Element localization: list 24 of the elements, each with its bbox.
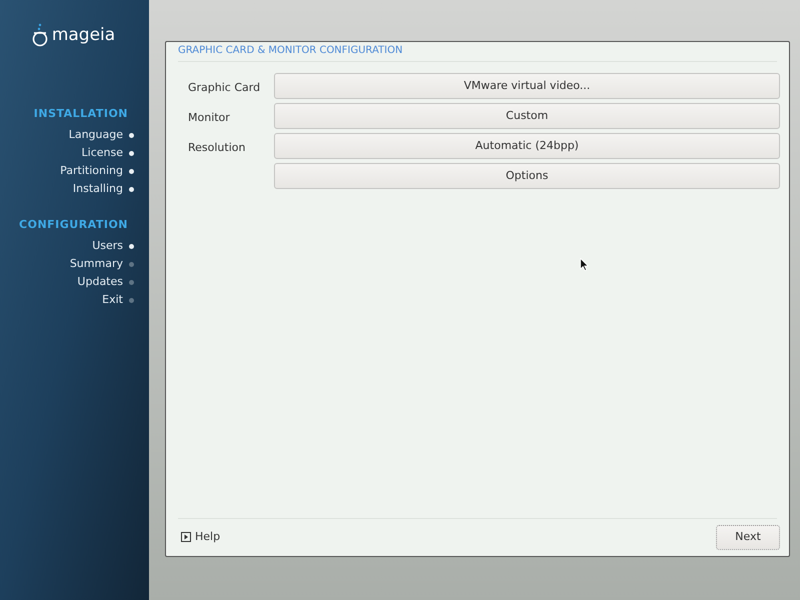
option-button[interactable]: Automatic (24bpp) bbox=[274, 133, 780, 159]
step-label: License bbox=[82, 145, 123, 162]
logo-text: mageia bbox=[52, 26, 116, 44]
step-label: Exit bbox=[102, 292, 123, 308]
play-icon bbox=[181, 532, 191, 542]
step-label: Language bbox=[68, 127, 123, 144]
step-label: Partitioning bbox=[60, 163, 123, 180]
step-label: Summary bbox=[70, 256, 123, 272]
field-label: Graphic Card bbox=[188, 81, 260, 94]
logo-icon bbox=[32, 22, 48, 48]
mouse-pointer-icon bbox=[580, 258, 589, 271]
next-button[interactable]: Next bbox=[716, 524, 780, 550]
option-button[interactable]: VMware virtual video... bbox=[274, 73, 780, 99]
help-button[interactable]: Help bbox=[178, 528, 220, 546]
step-label: Installing bbox=[72, 181, 123, 198]
section-heading: INSTALLATION bbox=[34, 106, 128, 122]
field-label: Monitor bbox=[188, 111, 230, 124]
option-button[interactable]: Options bbox=[274, 163, 780, 189]
field-label: Resolution bbox=[188, 141, 246, 154]
option-button[interactable]: Custom bbox=[274, 103, 780, 129]
dialog-title: GRAPHIC CARD & MONITOR CONFIGURATION bbox=[178, 42, 777, 62]
section-heading: CONFIGURATION bbox=[19, 216, 128, 232]
step-label: Updates bbox=[77, 274, 123, 290]
step-label: Users bbox=[92, 238, 123, 254]
